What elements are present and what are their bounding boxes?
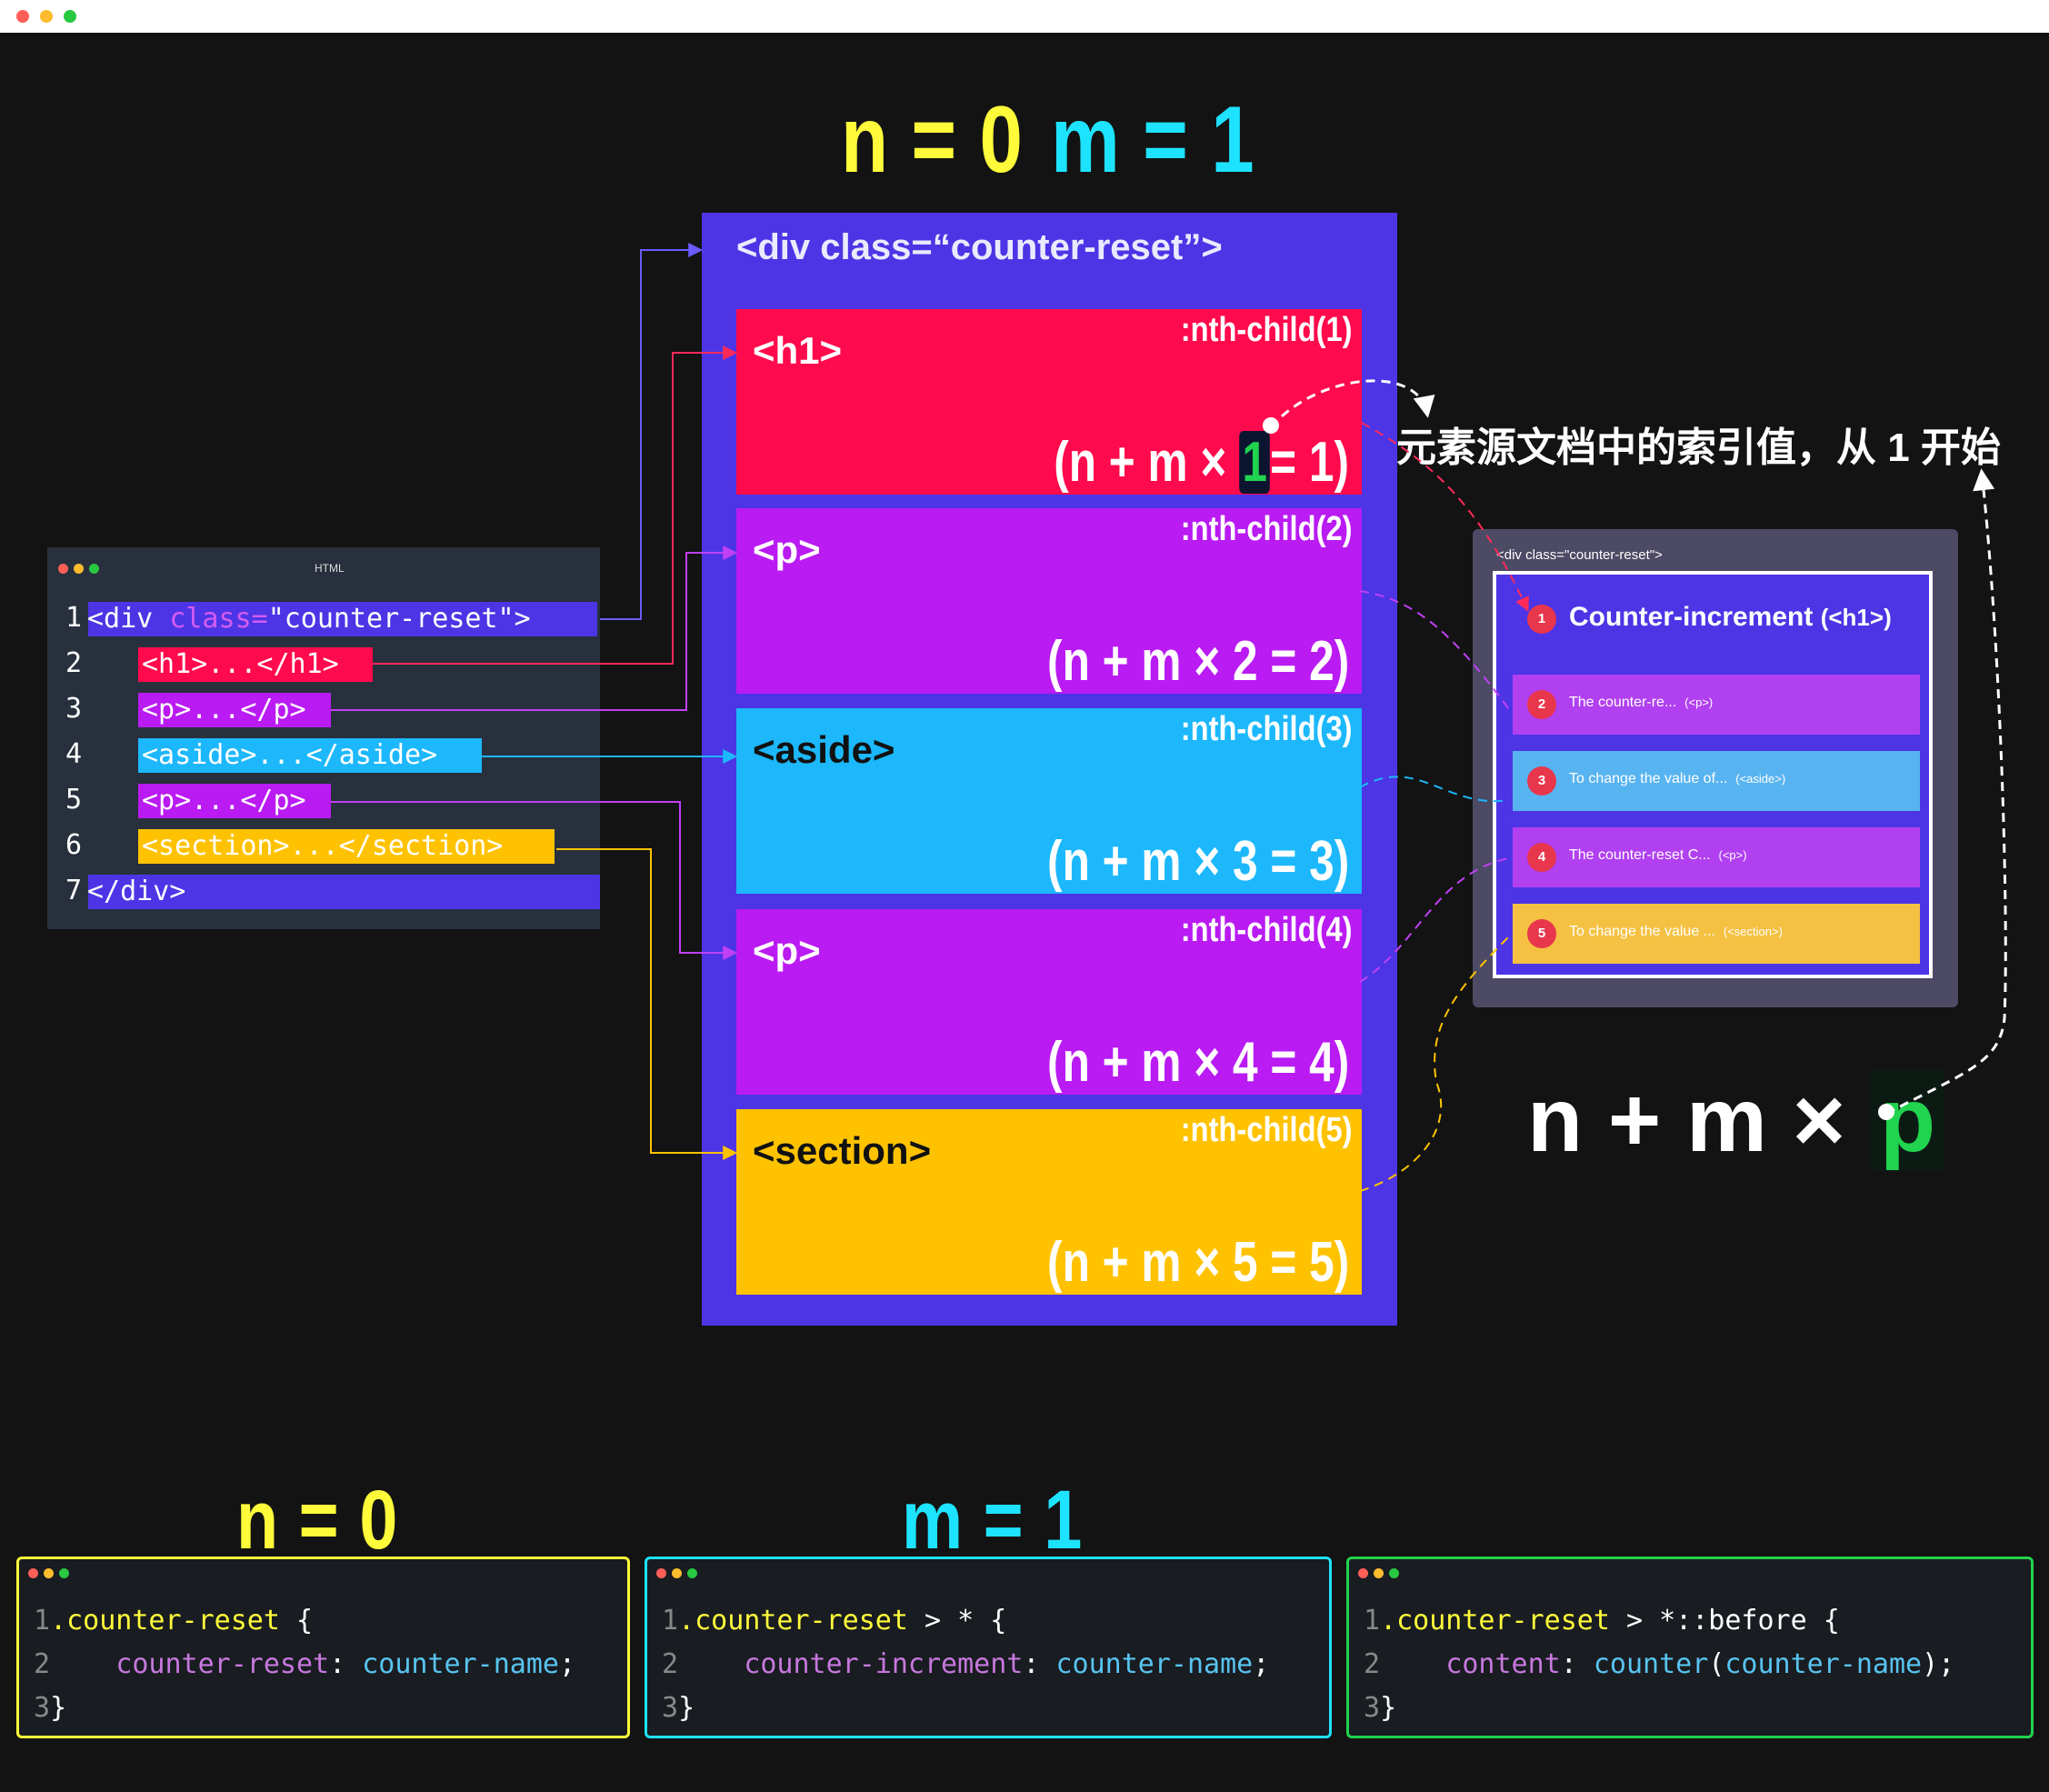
bottom-m-label: m = 1 [902, 1474, 1084, 1567]
code-line: 1.counter-reset > * { [662, 1605, 1007, 1637]
code-line: 2 counter-increment: counter-name; [662, 1648, 1270, 1680]
code-panel-counter-increment: 1.counter-reset > * { 2 counter-incremen… [645, 1557, 1332, 1738]
code-line: 3} [1364, 1692, 1397, 1724]
code-line: 2 content: counter(counter-name); [1364, 1648, 1955, 1680]
bottom-n-label: n = 0 [236, 1474, 399, 1567]
code-line: 1.counter-reset { [34, 1605, 314, 1637]
code-line: 3} [662, 1692, 695, 1724]
code-line: 3} [34, 1692, 67, 1724]
code-line: 2 counter-reset: counter-name; [34, 1648, 576, 1680]
code-panel-content-counter: 1.counter-reset > *::before { 2 content:… [1346, 1557, 2034, 1738]
code-line: 1.counter-reset > *::before { [1364, 1605, 1840, 1637]
code-panel-counter-reset: 1.counter-reset { 2 counter-reset: count… [16, 1557, 630, 1738]
